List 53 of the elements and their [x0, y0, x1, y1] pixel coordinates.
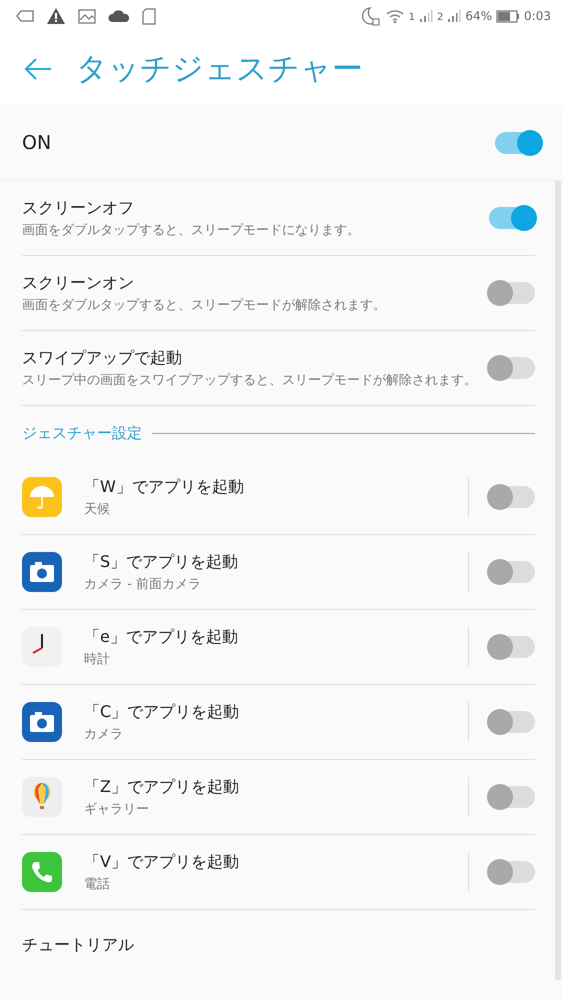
gesture-title: 「V」でアプリを起動 — [84, 852, 240, 872]
toggle-switch[interactable] — [489, 486, 535, 508]
toggle-switch[interactable] — [489, 636, 535, 658]
app-name: カメラ — [84, 726, 124, 742]
app-name: 時計 — [84, 650, 111, 668]
setting-title: スクリーンオン — [22, 272, 135, 294]
setting-description: 画面をダブルタップすると、スリープモードが解除されます。 — [22, 296, 387, 314]
section-header: ジェスチャー設定 — [22, 424, 142, 442]
clock-time: 0:03 — [524, 9, 551, 23]
moon-icon — [360, 6, 381, 26]
sim-number: 2 — [437, 12, 444, 23]
gesture-title: 「e」でアプリを起動 — [84, 626, 239, 648]
cloud-icon — [108, 10, 130, 22]
image-icon — [78, 8, 96, 24]
gesture-title: 「W」でアプリを起動 — [84, 476, 245, 498]
tutorial-link[interactable]: チュートリアル — [22, 934, 134, 956]
toggle-switch[interactable] — [489, 282, 535, 304]
wifi-icon — [384, 8, 405, 24]
app-name: カメラ - 前面カメラ — [84, 576, 202, 592]
clock-app-icon — [22, 627, 62, 667]
back-arrow-icon[interactable] — [24, 58, 52, 80]
toggle-switch[interactable] — [489, 357, 535, 379]
toggle-switch[interactable] — [489, 861, 535, 883]
setting-description: スリープ中の画面をスワイプアップすると、スリープモードが解除されます。 — [22, 372, 477, 388]
toggle-switch[interactable] — [495, 132, 541, 154]
camera-app-icon — [22, 552, 62, 592]
page-title: タッチジェスチャー — [76, 50, 363, 88]
toggle-switch[interactable] — [489, 786, 535, 808]
setting-title: スワイプアップで起動 — [22, 348, 183, 368]
tag-icon — [16, 10, 34, 22]
gesture-title: 「S」でアプリを起動 — [84, 552, 240, 572]
app-name: ギャラリー — [84, 800, 150, 818]
gesture-title: 「C」でアプリを起動 — [84, 702, 240, 722]
battery-percent: 64% — [465, 9, 492, 23]
gesture-title: 「Z」でアプリを起動 — [84, 776, 240, 798]
toggle-switch[interactable] — [489, 207, 535, 229]
balloon-app-icon — [22, 777, 62, 817]
toggle-switch[interactable] — [489, 711, 535, 733]
setting-title: スクリーンオフ — [22, 198, 135, 218]
signal-icon — [447, 9, 462, 23]
camera-app-icon — [22, 702, 62, 742]
app-name: 電話 — [84, 876, 111, 892]
phone-app-icon — [22, 852, 62, 892]
signal-icon — [419, 9, 433, 23]
battery-icon — [496, 10, 520, 22]
toggle-switch[interactable] — [489, 561, 535, 583]
setting-description: 画面をダブルタップすると、スリープモードになります。 — [22, 222, 361, 238]
setting-title: ON — [22, 132, 52, 154]
umbrella-app-icon — [22, 477, 62, 517]
sd-card-icon — [142, 8, 156, 24]
sim-number: 1 — [408, 12, 415, 23]
warning-icon — [46, 7, 66, 25]
app-name: 天候 — [84, 500, 111, 518]
